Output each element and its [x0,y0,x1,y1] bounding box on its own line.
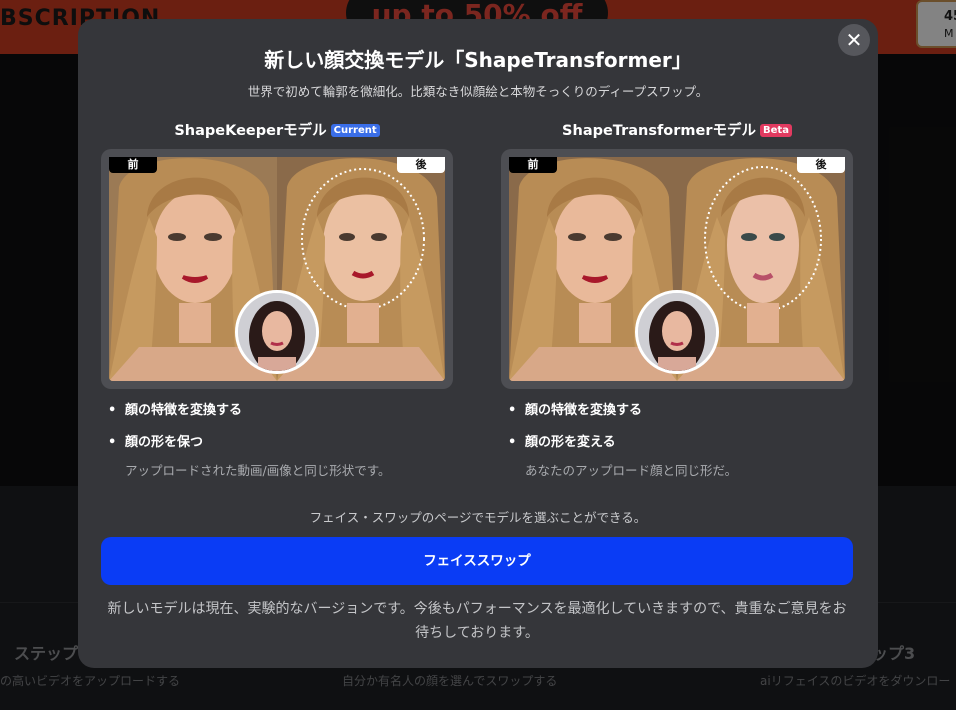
feature-item: 顔の特徴を変換する [101,401,471,433]
source-face-thumbnail [635,290,719,374]
before-label: 前 [109,157,157,173]
comparison-image: 前 後 [501,149,853,389]
source-face-thumbnail [235,290,319,374]
beta-badge: Beta [760,124,792,137]
feature-item: 顔の特徴を変換する [501,401,871,433]
feature-item: 顔の形を保つ [101,433,471,465]
model-name: ShapeKeeperモデル [174,123,327,139]
model-heading: ShapeTransformerモデル Beta [501,119,853,139]
experimental-disclaimer: 新しいモデルは現在、実験的なバージョンです。今後もパフォーマンスを最適化していき… [107,601,847,641]
model-card-shapekeeper: ShapeKeeperモデル Current 前 後 • 顔の特徴を変換する •… [101,119,453,478]
model-heading: ShapeKeeperモデル Current [101,119,453,139]
after-label: 後 [797,157,845,173]
before-label: 前 [509,157,557,173]
modal-title: 新しい顔交換モデル「ShapeTransformer」 [264,48,692,72]
face-swap-button[interactable]: フェイススワップ [101,537,853,585]
modal-subtitle: 世界で初めて輪郭を微細化。比類なき似顔絵と本物そっくりのディープスワップ。 [247,84,709,99]
model-selection-note: フェイス・スワップのページでモデルを選ぶことができる。 [309,510,647,525]
feature-list: 顔の特徴を変換する 顔の形を変える あなたのアップロード顔と同じ形だ。 [501,401,871,479]
feature-list: 顔の特徴を変換する 顔の形を保つ アップロードされた動画/画像と同じ形状です。 [101,401,471,479]
model-announcement-modal: ✕ 新しい顔交換モデル「ShapeTransformer」 世界で初めて輪郭を微… [78,19,878,668]
current-badge: Current [330,124,380,137]
comparison-image: 前 後 [101,149,453,389]
after-label: 後 [397,157,445,173]
model-card-shapetransformer: ShapeTransformerモデル Beta 前 後 • 顔の特徴を変換する… [501,119,853,478]
model-name: ShapeTransformerモデル [562,123,757,139]
feature-item: 顔の形を変える [501,433,871,465]
